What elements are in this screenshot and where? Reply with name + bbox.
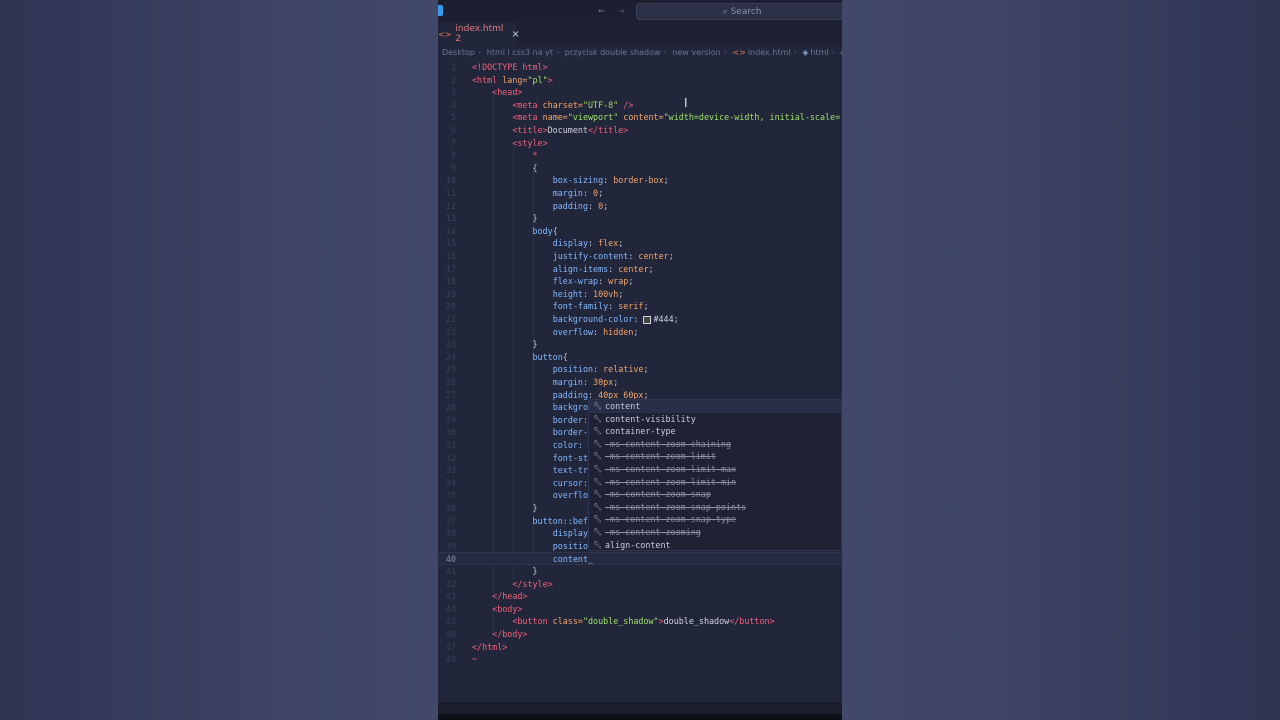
element-icon: ◈ <box>802 48 809 57</box>
code-line: 26 margin: 30px; <box>445 377 619 387</box>
code-line: 45 <button class="double_shadow">double_… <box>445 616 775 627</box>
html-file-icon: <> <box>732 48 746 57</box>
wrench-icon: 🔧︎ <box>593 402 602 410</box>
element-icon: ◈ <box>840 48 842 57</box>
code-line: 5 <meta name="viewport" content="width=d… <box>450 112 841 123</box>
code-line: 19 height: 100vh; <box>445 288 624 299</box>
code-line: 25 position: relative; <box>445 364 649 375</box>
code-line: 3 <head> <box>450 87 523 98</box>
wrench-icon: 🔧︎ <box>593 439 602 448</box>
code-line: 44 <body> <box>445 603 523 614</box>
code-line: 13 } <box>445 213 538 224</box>
code-line: 7 <style> <box>450 137 548 148</box>
html-file-icon: <> <box>438 29 452 39</box>
wrench-icon: 🔧︎ <box>593 515 602 524</box>
code-line: 11 margin: 0; <box>445 188 604 198</box>
arrow-left-icon[interactable]: ← <box>598 4 605 17</box>
tab-index-html[interactable]: <> index.html 2 × <box>438 22 520 46</box>
wrench-icon: 🔧︎ <box>593 540 602 549</box>
status-bar <box>438 702 842 720</box>
breadcrumb-item[interactable]: html <box>810 48 828 57</box>
code-line: 20 font-family: serif; <box>445 301 649 312</box>
code-line: 47 </html> <box>445 641 508 652</box>
code-line: 12 padding: 0; <box>445 200 609 211</box>
code-line: 15 display: flex; <box>445 238 624 249</box>
wrench-icon: 🔧︎ <box>593 477 602 486</box>
code-line: 10 box-sizing: border-box; <box>445 175 669 186</box>
breadcrumb-item[interactable]: Desktop <box>442 48 475 57</box>
suggestion-item[interactable]: 🔧︎ container-type <box>589 425 841 438</box>
wrench-icon: 🔧︎ <box>593 427 602 436</box>
breadcrumb-item[interactable]: przycisk double shadow <box>565 48 661 57</box>
tab-label: index.html 2 <box>455 24 504 44</box>
suggestion-item[interactable]: 🔧︎ content-visibility <box>589 413 841 426</box>
wrench-icon: 🔧︎ <box>593 502 602 511</box>
blurred-background-left <box>0 0 438 720</box>
wrench-icon: 🔧︎ <box>593 490 602 499</box>
breadcrumb-item[interactable]: index.html <box>748 48 791 57</box>
code-line: 4 <meta charset="UTF-8" /> <box>450 99 634 110</box>
code-line: 16 justify-content: center; <box>445 251 674 261</box>
code-line: 41 } <box>445 566 538 576</box>
code-line: 23 } <box>445 339 538 350</box>
breadcrumb: Desktop › html i css3 na yt › przycisk dou… <box>442 48 842 60</box>
suggestion-item[interactable]: 🔧︎ -ms-content-zoom-limit-min <box>589 476 841 489</box>
title-bar: ← → ⌕ Search <box>438 0 842 22</box>
suggestion-item[interactable]: 🔧︎ -ms-content-zoom-limit <box>589 450 841 463</box>
color-swatch[interactable] <box>643 315 652 324</box>
code-line: 43 </head> <box>445 591 528 602</box>
code-line: 2 <html lang="pl"> <box>450 74 553 85</box>
suggestion-item[interactable]: 🔧︎ -ms-content-zoom-snap <box>589 488 841 501</box>
wrench-icon: 🔧︎ <box>593 528 602 536</box>
suggestion-item[interactable]: 🔧︎ -ms-content-zooming <box>589 526 841 539</box>
wrench-icon: 🔧︎ <box>593 465 602 473</box>
breadcrumb-item[interactable]: new version <box>672 48 720 57</box>
code-line-active[interactable]: 40 content_ <box>438 552 842 565</box>
blurred-background-right <box>842 0 1280 720</box>
code-editor-window: ← → ⌕ Search <> index.html 2 × Desktop › … <box>438 0 842 720</box>
code-line: 18 flex-wrap: wrap; <box>445 276 634 287</box>
code-line: 46 </body> <box>445 629 528 639</box>
search-placeholder: Search <box>730 6 762 17</box>
code-line: 9 { <box>450 162 538 173</box>
code-line: 48 ~ <box>445 654 478 665</box>
code-line: 21 background-color: #444; <box>445 314 679 324</box>
code-line: 1 <!DOCTYPE html> <box>450 62 548 72</box>
code-line: 42 </style> <box>445 578 553 589</box>
status-bar-strip <box>438 714 842 720</box>
code-line: 17 align-items: center; <box>445 263 654 274</box>
code-line: 14 body{ <box>445 225 558 236</box>
arrow-right-icon[interactable]: → <box>618 4 625 17</box>
autocomplete-suggestions: 🔧︎ content 🔧︎ content-visibility 🔧︎ contain… <box>588 399 842 551</box>
search-icon: ⌕ <box>722 6 728 17</box>
command-center-search[interactable]: ⌕ Search <box>636 3 842 20</box>
suggestion-item[interactable]: 🔧︎ -ms-content-zoom-snap-points <box>589 501 841 514</box>
wrench-icon: 🔧︎ <box>593 414 602 423</box>
breadcrumb-item[interactable]: html i css3 na yt <box>487 48 553 57</box>
suggestion-item[interactable]: 🔧︎ align-content <box>589 539 841 552</box>
text-cursor-icon: I <box>684 96 688 110</box>
code-line: 24 button{ <box>445 351 568 362</box>
close-icon[interactable]: × <box>511 29 519 40</box>
suggestion-item[interactable]: 🔧︎ content <box>589 400 841 413</box>
suggestion-item[interactable]: 🔧︎ -ms-content-zoom-limit-max <box>589 463 841 476</box>
vscode-logo-icon <box>438 5 443 16</box>
suggestion-item[interactable]: 🔧︎ -ms-content-zoom-snap-type <box>589 513 841 526</box>
code-line: 8 * <box>450 150 538 161</box>
wrench-icon: 🔧︎ <box>593 452 602 461</box>
code-line: 22 overflow: hidden; <box>445 326 639 337</box>
tab-bar: <> index.html 2 × <box>438 22 842 46</box>
suggestion-item[interactable]: 🔧︎ -ms-content-zoom-chaining <box>589 438 841 451</box>
code-line: 6 <title>Document</title> <box>450 125 629 135</box>
